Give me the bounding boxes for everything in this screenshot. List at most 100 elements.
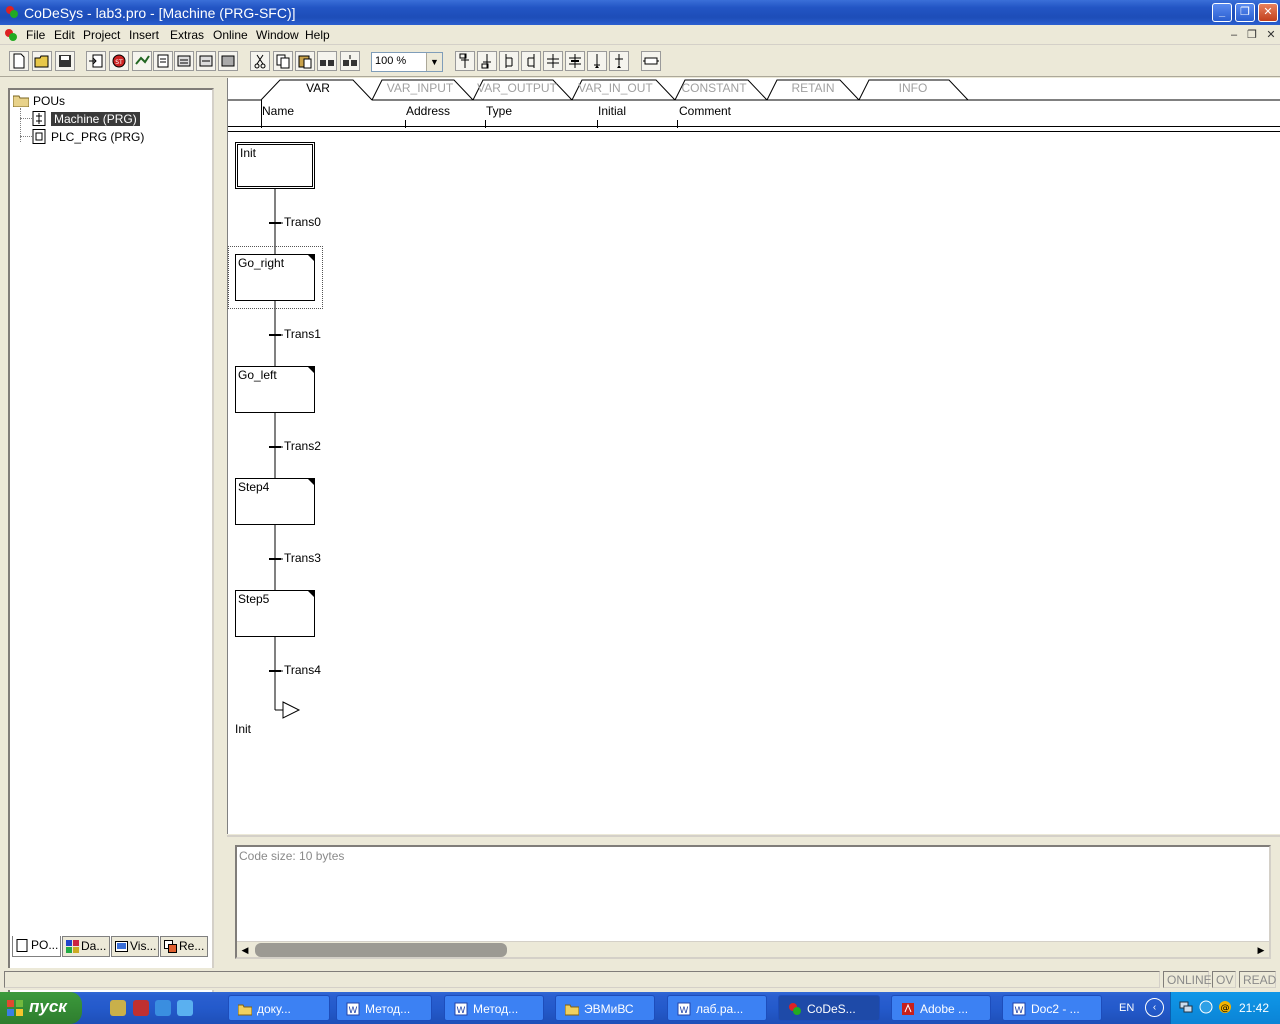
step-in-icon[interactable] [153, 51, 173, 71]
close-button[interactable]: ✕ [1258, 3, 1278, 22]
mdi-restore-button[interactable]: ❐ [1245, 28, 1259, 42]
step-transition-after-icon[interactable] [477, 51, 497, 71]
restore-button[interactable]: ❐ [1235, 3, 1255, 22]
tab-data-types[interactable]: Da... [62, 936, 110, 957]
stop-icon[interactable]: ST [109, 51, 129, 71]
mail-agent-icon[interactable]: @ [1218, 1000, 1232, 1014]
step-over-icon[interactable] [174, 51, 194, 71]
paste-icon[interactable] [295, 51, 315, 71]
run-icon[interactable] [132, 51, 152, 71]
minimize-button[interactable]: _ [1212, 3, 1232, 22]
tab-retain[interactable]: RETAIN [778, 81, 848, 95]
task-adobe[interactable]: Adobe ... [891, 995, 991, 1021]
parallel-branch-right-icon[interactable] [543, 51, 563, 71]
save-icon[interactable] [55, 51, 75, 71]
column-initial[interactable]: Initial [598, 104, 626, 118]
transition-label[interactable]: Trans0 [284, 215, 321, 229]
copy-icon[interactable] [273, 51, 293, 71]
quicklaunch-browser-icon[interactable] [177, 1000, 193, 1016]
transition-label[interactable]: Trans2 [284, 439, 321, 453]
quicklaunch-media-icon[interactable] [133, 1000, 149, 1016]
tab-var-in-out[interactable]: VAR_IN_OUT [573, 81, 658, 95]
tree-item-machine[interactable]: Machine (PRG) [32, 111, 212, 127]
column-comment[interactable]: Comment [679, 104, 731, 118]
transition-jump-icon[interactable] [609, 51, 629, 71]
data-types-icon [66, 940, 79, 953]
transition-label[interactable]: Trans4 [284, 663, 321, 677]
sfc-step-step5[interactable]: Step5 [235, 590, 315, 637]
write-values-icon[interactable] [218, 51, 238, 71]
find-next-icon[interactable] [340, 51, 360, 71]
scroll-left-icon[interactable]: ◀ [237, 942, 253, 958]
sfc-step-go-right[interactable]: Go_right [235, 254, 315, 301]
tab-visualizations[interactable]: Vis... [111, 936, 159, 957]
cut-icon[interactable] [250, 51, 270, 71]
tab-info[interactable]: INFO [883, 81, 943, 95]
parallel-branch-left-icon[interactable] [565, 51, 585, 71]
task-doc2[interactable]: W Doc2 - ... [1002, 995, 1102, 1021]
tree-item-plc-prg[interactable]: PLC_PRG (PRG) [32, 129, 212, 145]
step-transition-before-icon[interactable] [455, 51, 475, 71]
horizontal-scrollbar[interactable]: ◀ ▶ [237, 941, 1269, 957]
tab-var-output[interactable]: VAR_OUTPUT [473, 81, 561, 95]
action-marker [308, 591, 314, 597]
tab-var-input[interactable]: VAR_INPUT [380, 81, 460, 95]
quicklaunch-tool-icon[interactable] [110, 1000, 126, 1016]
step-label: Go_left [238, 368, 277, 382]
login-icon[interactable] [86, 51, 106, 71]
transition-label[interactable]: Trans3 [284, 551, 321, 565]
skype-icon[interactable] [1199, 1000, 1213, 1014]
jump-target-label[interactable]: Init [235, 722, 251, 736]
message-text: Code size: 10 bytes [239, 849, 345, 863]
quicklaunch-player-icon[interactable] [155, 1000, 171, 1016]
task-documents[interactable]: доку... [228, 995, 330, 1021]
menu-insert[interactable]: Insert [129, 28, 159, 42]
sfc-step-go-left[interactable]: Go_left [235, 366, 315, 413]
open-folder-icon[interactable] [32, 51, 52, 71]
show-hidden-icons-button[interactable]: ‹ [1145, 998, 1164, 1017]
transition-label[interactable]: Trans1 [284, 327, 321, 341]
find-icon[interactable] [317, 51, 337, 71]
column-type[interactable]: Type [486, 104, 512, 118]
menu-help[interactable]: Help [305, 28, 330, 42]
task-codesys[interactable]: CoDeS... [778, 995, 880, 1021]
jump-icon[interactable] [587, 51, 607, 71]
single-cycle-icon[interactable] [196, 51, 216, 71]
alternative-branch-left-icon[interactable] [521, 51, 541, 71]
scroll-thumb[interactable] [255, 943, 507, 957]
alternative-branch-right-icon[interactable] [499, 51, 519, 71]
resources-icon [164, 940, 177, 953]
tab-resources[interactable]: Re... [160, 936, 208, 957]
tree-folder-pous[interactable]: POUs [13, 93, 203, 109]
new-file-icon[interactable] [9, 51, 29, 71]
pou-tree[interactable]: POUs Machine (PRG) PLC_PRG (PRG) [8, 88, 214, 1014]
zoom-combobox[interactable]: 100 % ▼ [371, 52, 443, 72]
task-word-3[interactable]: W лаб.ра... [667, 995, 767, 1021]
menu-edit[interactable]: Edit [54, 28, 75, 42]
menu-extras[interactable]: Extras [170, 28, 204, 42]
task-word-1[interactable]: W Метод... [336, 995, 432, 1021]
column-name[interactable]: Name [262, 104, 294, 118]
mdi-close-button[interactable]: ✕ [1264, 28, 1278, 42]
insert-entry-action-icon[interactable] [641, 51, 661, 71]
task-word-2[interactable]: W Метод... [444, 995, 544, 1021]
start-button[interactable]: пуск [0, 992, 82, 1024]
tab-pous[interactable]: PO... [12, 936, 61, 957]
menu-project[interactable]: Project [83, 28, 120, 42]
menu-file[interactable]: File [26, 28, 45, 42]
scroll-right-icon[interactable]: ▶ [1253, 942, 1269, 958]
tab-var[interactable]: VAR [298, 81, 338, 95]
sfc-step-step4[interactable]: Step4 [235, 478, 315, 525]
task-evmivs-folder[interactable]: ЭВМиВС [555, 995, 655, 1021]
tab-constant[interactable]: CONSTANT [676, 81, 752, 95]
chevron-down-icon[interactable]: ▼ [426, 53, 442, 71]
mdi-minimize-button[interactable]: ‒ [1227, 28, 1241, 42]
message-box[interactable]: Code size: 10 bytes ◀ ▶ [235, 845, 1271, 959]
column-address[interactable]: Address [406, 104, 450, 118]
sfc-step-init[interactable]: Init [235, 142, 315, 189]
language-indicator[interactable]: EN [1119, 1002, 1134, 1014]
menu-window[interactable]: Window [256, 28, 299, 42]
menu-online[interactable]: Online [213, 28, 248, 42]
network-icon[interactable] [1179, 1000, 1193, 1014]
document-system-icon[interactable] [4, 28, 18, 42]
